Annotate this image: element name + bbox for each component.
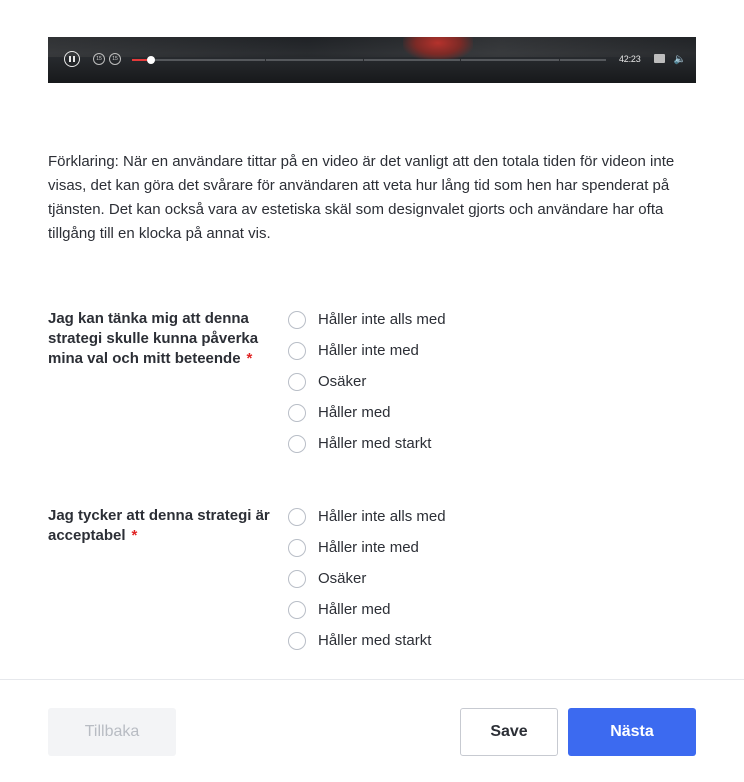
option-label: Håller med (318, 601, 391, 618)
video-scrubber-handle[interactable] (146, 56, 155, 64)
question-1-text: Jag kan tänka mig att denna strategi sku… (48, 310, 259, 367)
volume-icon[interactable]: 🔈 (674, 54, 686, 65)
question-1-options: Håller inte alls med Håller inte med Osä… (288, 304, 446, 459)
chapter-marker (264, 59, 266, 61)
option-label: Osäker (318, 373, 367, 390)
video-frame (48, 37, 696, 57)
radio-button[interactable] (288, 600, 306, 619)
question-1-option[interactable]: Håller inte alls med (288, 304, 446, 335)
question-2-option[interactable]: Håller inte med (288, 532, 446, 563)
radio-button[interactable] (288, 434, 306, 453)
question-2-option[interactable]: Håller med starkt (288, 625, 446, 656)
option-label: Håller med (318, 404, 391, 421)
skip-forward-icon[interactable]: 15 (109, 53, 121, 65)
radio-button[interactable] (288, 507, 306, 526)
chapter-marker (362, 59, 364, 61)
question-2-option[interactable]: Osäker (288, 563, 446, 594)
option-label: Håller inte med (318, 539, 419, 556)
captions-icon[interactable] (654, 54, 665, 63)
option-label: Håller inte med (318, 342, 419, 359)
skip-back-label: 15 (96, 56, 102, 62)
skip-back-icon[interactable]: 15 (93, 53, 105, 65)
question-1-option[interactable]: Osäker (288, 366, 446, 397)
video-time: 42:23 (619, 54, 641, 64)
explanation-text: Förklaring: När en användare tittar på e… (48, 153, 675, 242)
question-1-option[interactable]: Håller inte med (288, 335, 446, 366)
question-1-label: Jag kan tänka mig att denna strategi sku… (48, 309, 280, 369)
option-label: Håller med starkt (318, 435, 432, 452)
chapter-marker (558, 59, 560, 61)
footer-divider (0, 679, 744, 680)
back-button[interactable]: Tillbaka (48, 708, 176, 756)
radio-button[interactable] (288, 631, 306, 650)
radio-button[interactable] (288, 341, 306, 360)
video-frame-highlight (403, 37, 473, 61)
video-progress-bar[interactable] (132, 56, 606, 64)
next-button[interactable]: Nästa (568, 708, 696, 756)
skip-forward-label: 15 (112, 56, 118, 62)
radio-button[interactable] (288, 569, 306, 588)
radio-button[interactable] (288, 310, 306, 329)
required-mark: * (131, 527, 138, 544)
required-mark: * (246, 350, 253, 367)
pause-icon[interactable] (64, 51, 80, 67)
question-1-option[interactable]: Håller med (288, 397, 446, 428)
question-2-options: Håller inte alls med Håller inte med Osä… (288, 501, 446, 656)
option-label: Håller inte alls med (318, 508, 446, 525)
chapter-marker (460, 59, 462, 61)
question-1-option[interactable]: Håller med starkt (288, 428, 446, 459)
option-label: Håller inte alls med (318, 311, 446, 328)
option-label: Osäker (318, 570, 367, 587)
option-label: Håller med starkt (318, 632, 432, 649)
radio-button[interactable] (288, 403, 306, 422)
question-2-option[interactable]: Håller inte alls med (288, 501, 446, 532)
radio-button[interactable] (288, 538, 306, 557)
question-2-label: Jag tycker att denna strategi är accepta… (48, 506, 280, 546)
save-button[interactable]: Save (460, 708, 558, 756)
question-2-option[interactable]: Håller med (288, 594, 446, 625)
radio-button[interactable] (288, 372, 306, 391)
question-2-text: Jag tycker att denna strategi är accepta… (48, 507, 270, 544)
video-player[interactable]: 15 15 42:23 🔈 (48, 37, 696, 83)
